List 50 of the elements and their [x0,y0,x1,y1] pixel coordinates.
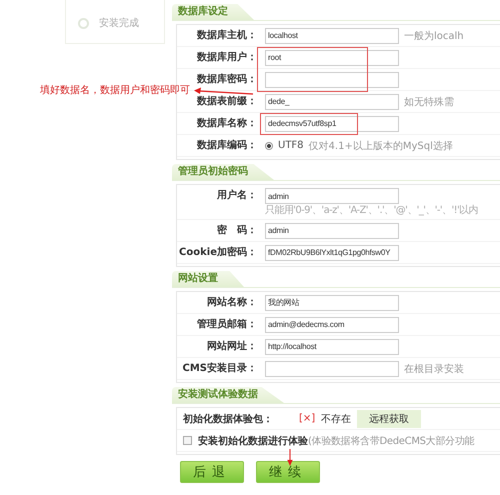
input-field[interactable]: dede_ [265,94,399,110]
input-field[interactable]: localhost [265,28,399,44]
field-hint: 在根目录安装 [404,362,464,376]
field-label: 网站网址： [207,340,257,352]
field-label: 用户名： [217,190,257,201]
input-field[interactable]: root [265,50,399,66]
checkbox-hint: (体验数据将含带DedeCMS大部分功能 [308,434,474,448]
arrow-icon [194,87,254,96]
field-hint: 仅对4.1+以上版本的MySql选择 [308,140,453,152]
field-label: 密 码： [217,224,257,236]
field-label: Cookie加密码： [179,246,257,258]
input-field[interactable]: fDM02RbU9B6lYxlt1qG1pg0hfsw0Y [265,244,399,260]
section-header: 网站设置 [172,271,244,287]
field-label: 初始化数据体验包： [183,412,274,426]
field-label: 数据库编码： [197,140,257,150]
input-field[interactable] [265,360,399,376]
field-label: 数据库名称： [197,118,257,128]
field-label: 管理员邮箱： [197,318,257,330]
field-label: 数据库主机： [197,30,257,40]
field-label: 数据表前缀： [197,96,257,106]
input-field[interactable]: admin [265,188,399,204]
radio-button[interactable] [265,142,273,150]
input-field[interactable]: dedecmsv57utf8sp1 [265,116,399,132]
annotation-text: 填好数据名，数据用户和密码即可 [40,85,190,96]
input-field[interactable]: http://localhost [265,338,399,354]
radio-label: UTF8 [278,140,304,151]
section-header: 安装测试体验数据 [172,387,284,403]
step-label: 安装完成 [99,16,139,30]
status-text: 不存在 [321,412,352,426]
input-field[interactable]: 我的网站 [265,294,399,310]
field-hint: 一般为localh [404,30,464,42]
section-header: 数据库设定 [172,4,254,20]
back-button[interactable]: 后退 [180,461,244,483]
missing-mark: [×] [299,413,316,424]
continue-button[interactable]: 继续 [256,461,320,483]
field-hint: 只能用'0-9'、'a-z'、'A-Z'、'.'、'@'、'_'、'-'、'!'以内 [265,204,478,217]
field-label: CMS安装目录： [182,362,257,374]
input-field[interactable]: admin@dedecms.com [265,316,399,332]
field-label: 数据库密码： [197,74,257,84]
arrow-icon [286,449,294,466]
section-header: 管理员初始密码 [172,164,274,180]
checkbox-label: 安装初始化数据进行体验 [198,434,308,448]
field-label: 网站名称： [207,296,257,308]
input-field[interactable] [265,72,399,88]
step-dot-icon [78,18,89,28]
field-hint: 如无特殊需 [404,96,454,108]
fetch-button[interactable]: 远程获取 [357,410,422,428]
input-field[interactable]: admin [265,222,399,238]
field-label: 数据库用户： [197,52,257,62]
checkbox[interactable] [183,436,192,445]
